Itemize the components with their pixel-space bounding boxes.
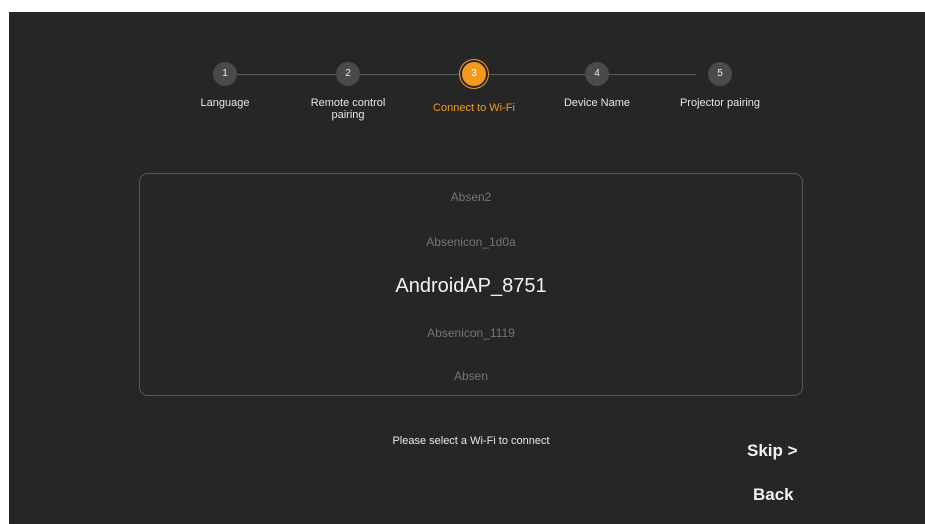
step-label: Projector pairing	[679, 97, 761, 109]
step-number: 3	[462, 62, 486, 86]
step-projector-pairing: 5 Projector pairing	[650, 62, 790, 109]
step-language: 1 Language	[155, 62, 295, 109]
wifi-network-item[interactable]: Absenicon_1119	[140, 326, 802, 340]
wifi-network-item-selected[interactable]: AndroidAP_8751	[140, 275, 802, 298]
step-label: Device Name	[563, 97, 631, 109]
wifi-network-item[interactable]: Absen	[140, 369, 802, 383]
wifi-network-item[interactable]: Absenicon_1d0a	[140, 235, 802, 249]
step-remote-control-pairing: 2 Remote control pairing	[278, 62, 418, 121]
step-label-line: Remote control pairing	[310, 97, 386, 121]
wifi-network-list[interactable]: Absen2 Absenicon_1d0a AndroidAP_8751 Abs…	[139, 173, 803, 396]
step-number: 2	[336, 62, 360, 86]
setup-screen: 1 Language 2 Remote control pairing 3 Co…	[9, 12, 925, 524]
skip-button[interactable]: Skip >	[747, 441, 798, 461]
step-label: Remote control pairing	[278, 97, 418, 121]
step-number: 1	[213, 62, 237, 86]
back-button[interactable]: Back	[753, 485, 794, 505]
step-device-name: 4 Device Name	[527, 62, 667, 109]
wifi-network-item[interactable]: Absen2	[140, 190, 802, 204]
step-number: 4	[585, 62, 609, 86]
step-label: Language	[200, 97, 250, 109]
step-number: 5	[708, 62, 732, 86]
step-connect-to-wifi: 3 Connect to Wi-Fi	[404, 62, 544, 114]
step-label: Connect to Wi-Fi	[433, 102, 515, 114]
setup-stepper: 1 Language 2 Remote control pairing 3 Co…	[9, 12, 925, 152]
